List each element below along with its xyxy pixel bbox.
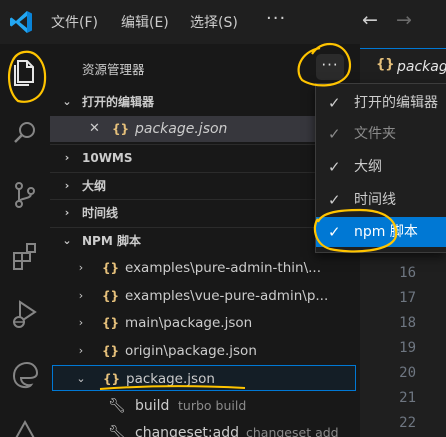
npm-package-item[interactable]: › {} main\package.json [50,310,360,336]
close-icon[interactable]: ✕ [89,116,100,142]
script-name: changeset:add [135,425,239,437]
section-label: 10WMS [82,151,133,165]
run-debug-icon[interactable] [9,298,41,330]
line-number: 19 [399,340,416,356]
chevron-right-icon: › [64,179,70,192]
script-name: build [135,398,170,414]
menu-item-label: npm 脚本 [354,224,418,240]
extensions-icon[interactable] [9,240,41,272]
section-label: 大纲 [82,179,107,193]
line-number: 16 [399,265,416,281]
activity-bar [0,44,50,437]
section-open-editors[interactable]: ⌄ 打开的编辑器 [50,89,360,115]
search-icon[interactable] [9,117,41,149]
views-more-button[interactable]: ··· [316,54,344,80]
menu-item-timeline[interactable]: ✓ 时间线 [316,185,446,215]
script-command: changeset add [246,425,339,437]
npm-script-item[interactable]: 🔧︎ changeset:add changeset add [50,420,360,437]
json-file-icon: {} [102,289,120,303]
section-timeline[interactable]: › 时间线 [50,199,360,225]
wrench-icon: 🔧︎ [108,398,126,414]
chevron-right-icon: › [78,289,84,302]
forward-arrow-icon[interactable]: → [396,9,412,31]
npm-package-label: examples\vue-pure-admin\p... [125,288,329,304]
check-icon: ✓ [328,223,341,241]
chevron-right-icon: › [78,344,84,357]
title-bar: 文件(F) 编辑(E) 选择(S) ··· ← → [0,0,446,44]
open-editor-item[interactable]: ✕ {} package.json [50,116,360,142]
section-outline[interactable]: › 大纲 [50,172,360,198]
line-number: 17 [399,290,416,306]
json-file-icon: {} [102,344,120,358]
menu-file[interactable]: 文件(F) [51,12,98,32]
check-icon: ✓ [328,94,341,112]
line-number: 21 [399,390,416,406]
npm-script-item[interactable]: 🔧︎ build turbo build [50,393,360,419]
remote-explorer-icon[interactable] [9,414,41,437]
json-file-icon: {} [103,372,121,386]
explorer-sidebar: 资源管理器 ··· ⌄ 打开的编辑器 ✕ {} package.json › 1… [50,44,360,437]
json-file-icon: {} [112,122,130,136]
explorer-title: 资源管理器 [82,62,145,77]
menu-item-outline[interactable]: ✓ 大纲 [316,152,446,182]
chevron-right-icon: › [78,316,84,329]
menu-selection[interactable]: 选择(S) [190,12,238,32]
tab-label: package [397,59,446,75]
section-10wms[interactable]: › 10WMS [50,144,360,170]
section-npm-scripts[interactable]: ⌄ NPM 脚本 [50,227,360,253]
json-file-icon: {} [102,316,120,330]
line-number: 18 [399,315,416,331]
explorer-icon[interactable] [9,56,41,88]
menu-item-npm-scripts[interactable]: ✓ npm 脚本 [316,217,446,247]
npm-package-item[interactable]: › {} origin\package.json [50,338,360,364]
npm-package-label: main\package.json [125,315,253,331]
check-icon: ✓ [328,191,341,209]
vscode-logo-icon [10,11,32,33]
script-command: turbo build [178,398,247,413]
section-label: 打开的编辑器 [82,95,155,109]
npm-package-label: package.json [126,371,215,387]
views-dropdown-menu: ✓ 打开的编辑器 ✓ 文件夹 ✓ 大纲 ✓ 时间线 ✓ npm 脚本 [315,83,446,253]
wrench-icon: 🔧︎ [108,425,126,437]
menu-item-open-editors[interactable]: ✓ 打开的编辑器 [316,88,446,118]
check-icon: ✓ [328,158,341,176]
chevron-right-icon: › [78,261,84,274]
chevron-right-icon: › [64,151,70,164]
chevron-down-icon: ⌄ [62,234,72,247]
json-file-icon: {} [376,57,395,72]
chevron-down-icon: ⌄ [76,372,86,385]
menu-item-label: 打开的编辑器 [354,95,438,111]
section-label: 时间线 [82,206,119,220]
section-label: NPM 脚本 [82,234,141,248]
chevron-right-icon: › [64,206,70,219]
npm-package-item-selected[interactable]: ⌄ {} package.json [52,365,356,391]
back-arrow-icon[interactable]: ← [362,9,378,31]
menu-item-label: 时间线 [354,192,396,208]
line-number: 20 [399,365,416,381]
npm-package-label: origin\package.json [125,343,257,359]
npm-package-item[interactable]: › {} examples\pure-admin-thin\... [50,255,360,281]
chevron-down-icon: ⌄ [62,95,72,108]
source-control-icon[interactable] [9,179,41,211]
menu-edit[interactable]: 编辑(E) [121,12,169,32]
menu-item-folders[interactable]: ✓ 文件夹 [316,119,446,149]
npm-package-item[interactable]: › {} examples\vue-pure-admin\p... [50,283,360,309]
menu-item-label: 文件夹 [354,126,396,142]
npm-package-label: examples\pure-admin-thin\... [125,260,321,276]
menu-more-button[interactable]: ··· [266,8,286,29]
open-editor-label: package.json [135,121,228,137]
edge-devtools-icon[interactable] [9,359,41,391]
json-file-icon: {} [102,261,120,275]
line-number: 22 [399,415,416,431]
editor-tab[interactable]: {} package [360,48,446,84]
menu-item-label: 大纲 [354,159,382,175]
check-icon: ✓ [328,125,341,143]
